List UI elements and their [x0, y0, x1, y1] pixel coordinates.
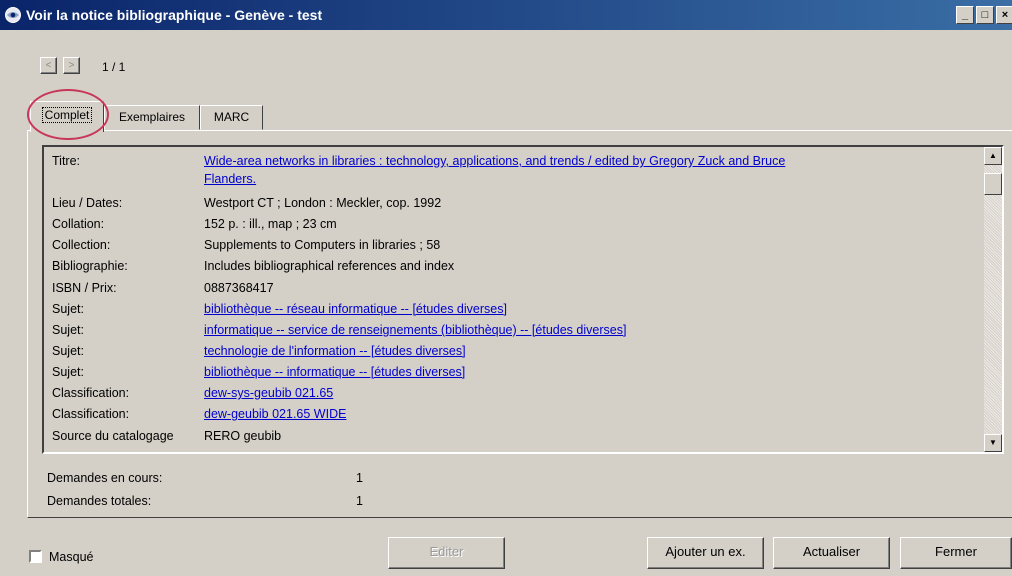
- tab-complet[interactable]: Complet: [30, 101, 104, 132]
- minimize-button[interactable]: _: [956, 6, 974, 24]
- next-record-button[interactable]: >: [63, 57, 80, 74]
- tab-exemplaires-label: Exemplaires: [118, 110, 186, 124]
- hidden-checkbox[interactable]: [29, 550, 42, 563]
- tab-complet-label: Complet: [41, 107, 93, 123]
- close-button[interactable]: Fermer: [900, 537, 1012, 569]
- hidden-label: Masqué: [49, 550, 94, 564]
- window-title: Voir la notice bibliographique - Genève …: [26, 7, 323, 23]
- maximize-button[interactable]: □: [976, 6, 994, 24]
- tab-panel: [27, 130, 1012, 518]
- close-window-button[interactable]: ×: [996, 6, 1012, 24]
- add-copy-button[interactable]: Ajouter un ex.: [647, 537, 764, 569]
- app-icon: [5, 7, 21, 23]
- tab-marc-label: MARC: [213, 110, 250, 124]
- tab-marc[interactable]: MARC: [200, 105, 263, 130]
- refresh-button[interactable]: Actualiser: [773, 537, 890, 569]
- tab-exemplaires[interactable]: Exemplaires: [104, 105, 200, 130]
- previous-record-button[interactable]: <: [40, 57, 57, 74]
- edit-button[interactable]: Editer: [388, 537, 505, 569]
- record-counter: 1 / 1: [102, 60, 126, 74]
- title-bar: Voir la notice bibliographique - Genève …: [0, 0, 1012, 30]
